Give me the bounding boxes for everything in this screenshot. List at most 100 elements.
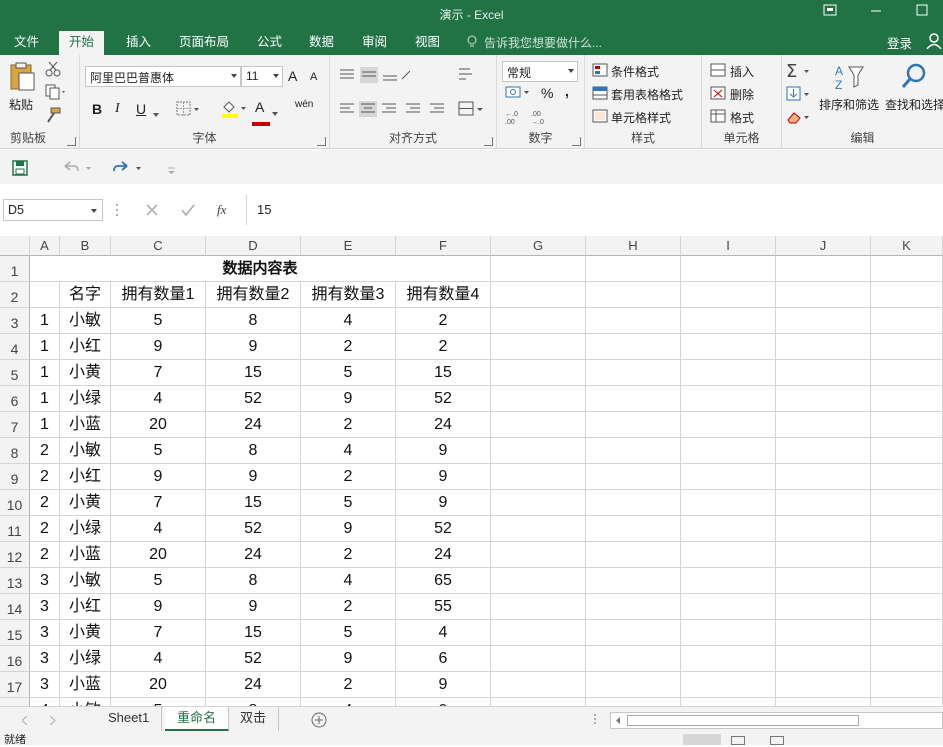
cell[interactable] <box>586 256 681 282</box>
table-cell[interactable]: 52 <box>206 646 301 672</box>
cell[interactable] <box>681 594 776 620</box>
row-header-8[interactable]: 8 <box>0 438 30 464</box>
column-header-i[interactable]: I <box>681 236 776 256</box>
cell[interactable] <box>491 594 586 620</box>
cell-styles-button[interactable]: 单元格样式 <box>611 109 671 126</box>
table-cell[interactable]: 5 <box>111 308 206 334</box>
horizontal-scrollbar[interactable] <box>610 712 943 729</box>
table-cell[interactable]: 9 <box>301 646 396 672</box>
cell[interactable] <box>871 412 943 438</box>
cell[interactable] <box>871 464 943 490</box>
cell[interactable] <box>776 490 871 516</box>
row-header-16[interactable]: 16 <box>0 646 30 672</box>
font-name-select[interactable]: 阿里巴巴普惠体 <box>85 66 241 87</box>
scrollbar-thumb[interactable] <box>627 715 859 726</box>
login-button[interactable]: 登录 <box>887 33 912 52</box>
table-cell[interactable]: 5 <box>301 360 396 386</box>
cell[interactable] <box>776 464 871 490</box>
table-cell[interactable]: 9 <box>301 516 396 542</box>
table-cell[interactable]: 5 <box>301 620 396 646</box>
table-cell[interactable]: 小蓝 <box>60 672 111 698</box>
table-cell[interactable]: 9 <box>206 334 301 360</box>
table-cell[interactable]: 20 <box>111 412 206 438</box>
cell[interactable] <box>681 620 776 646</box>
table-cell[interactable]: 65 <box>396 568 491 594</box>
table-cell[interactable]: 小黄 <box>60 490 111 516</box>
cell[interactable] <box>681 464 776 490</box>
find-select-button[interactable]: 查找和选择 <box>885 96 943 113</box>
column-label[interactable]: 拥有数量1 <box>111 282 206 308</box>
cell[interactable] <box>681 282 776 308</box>
table-cell[interactable]: 55 <box>396 594 491 620</box>
table-cell[interactable]: 小蓝 <box>60 412 111 438</box>
insert-function-button[interactable]: fx <box>217 202 226 218</box>
row-header-2[interactable]: 2 <box>0 282 30 308</box>
row-header-7[interactable]: 7 <box>0 412 30 438</box>
cell[interactable] <box>491 386 586 412</box>
autosum-icon[interactable]: Σ <box>786 61 812 82</box>
table-cell[interactable]: 1 <box>30 386 60 412</box>
table-cell[interactable]: 8 <box>206 438 301 464</box>
table-cell[interactable]: 2 <box>301 542 396 568</box>
split-handle-icon[interactable] <box>593 713 597 728</box>
table-cell[interactable]: 52 <box>396 386 491 412</box>
cell[interactable] <box>776 334 871 360</box>
cell[interactable] <box>776 438 871 464</box>
table-cell[interactable]: 2 <box>301 334 396 360</box>
cell[interactable] <box>586 334 681 360</box>
table-cell[interactable]: 24 <box>206 672 301 698</box>
sheet-scroll-right-icon[interactable] <box>49 714 56 728</box>
cell[interactable] <box>681 490 776 516</box>
cell[interactable] <box>681 542 776 568</box>
format-as-table-icon[interactable] <box>592 86 608 103</box>
cut-icon[interactable] <box>45 61 61 80</box>
table-cell[interactable]: 4 <box>301 698 396 706</box>
cell[interactable] <box>871 672 943 698</box>
align-top-icon[interactable] <box>338 67 411 86</box>
cell[interactable] <box>681 568 776 594</box>
fill-color-icon[interactable] <box>220 99 248 122</box>
table-cell[interactable]: 9 <box>111 594 206 620</box>
row-header-10[interactable]: 10 <box>0 490 30 516</box>
new-sheet-icon[interactable] <box>311 712 327 731</box>
column-header-f[interactable]: F <box>396 236 491 256</box>
sort-filter-icon[interactable]: AZ <box>833 63 867 94</box>
table-cell[interactable]: 8 <box>206 568 301 594</box>
redo-icon[interactable] <box>112 160 146 179</box>
comma-button[interactable]: , <box>565 83 569 99</box>
table-cell[interactable]: 9 <box>396 672 491 698</box>
copy-icon[interactable] <box>45 84 67 103</box>
format-painter-icon[interactable] <box>45 107 61 126</box>
sheet-tab-rename[interactable]: 重命名 <box>165 707 230 731</box>
maximize-icon[interactable] <box>914 4 930 20</box>
table-cell[interactable]: 1 <box>30 334 60 360</box>
cell[interactable] <box>586 672 681 698</box>
cell[interactable] <box>681 386 776 412</box>
cell[interactable] <box>586 360 681 386</box>
table-cell[interactable]: 小敏 <box>60 308 111 334</box>
table-cell[interactable]: 9 <box>206 464 301 490</box>
clear-icon[interactable] <box>786 109 812 128</box>
table-cell[interactable]: 9 <box>111 334 206 360</box>
cell[interactable] <box>871 516 943 542</box>
select-all-corner[interactable] <box>0 236 30 256</box>
cell[interactable] <box>491 334 586 360</box>
cell[interactable] <box>871 646 943 672</box>
number-format-select[interactable]: 常规 <box>502 61 578 82</box>
sheet-tab-double-click[interactable]: 双击 <box>228 707 280 731</box>
normal-view-button[interactable] <box>683 734 721 745</box>
merge-center-icon[interactable] <box>458 101 486 120</box>
table-cell[interactable]: 2 <box>301 672 396 698</box>
table-cell[interactable]: 小绿 <box>60 386 111 412</box>
bold-button[interactable]: B <box>92 101 102 117</box>
paste-button[interactable]: 粘贴 <box>9 96 33 113</box>
table-cell[interactable]: 2 <box>30 464 60 490</box>
cell[interactable] <box>681 646 776 672</box>
table-cell[interactable]: 9 <box>396 464 491 490</box>
delete-cells-button[interactable]: 删除 <box>730 86 754 103</box>
table-cell[interactable]: 小蓝 <box>60 542 111 568</box>
row-header-13[interactable]: 13 <box>0 568 30 594</box>
font-color-button[interactable]: A <box>255 99 264 115</box>
cell[interactable] <box>681 516 776 542</box>
table-cell[interactable]: 2 <box>301 412 396 438</box>
